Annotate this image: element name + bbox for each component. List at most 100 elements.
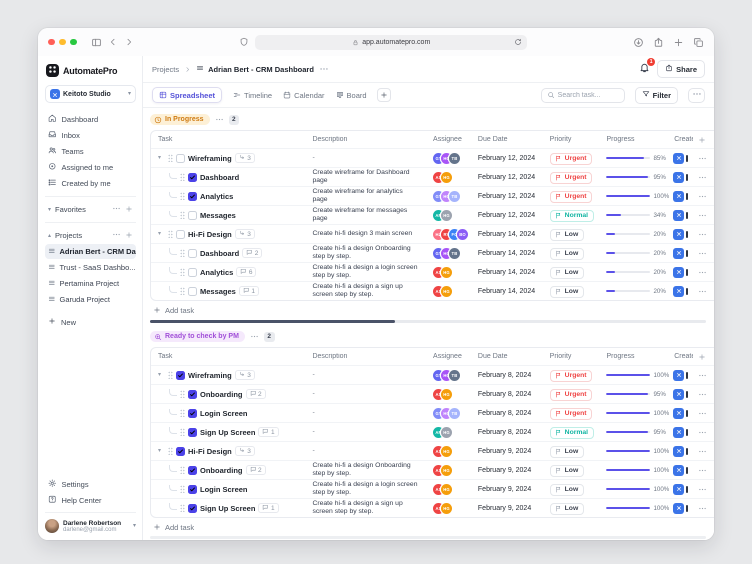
row-menu-icon[interactable] xyxy=(698,466,707,475)
task-name[interactable]: Analytics xyxy=(200,192,233,201)
horizontal-scrollbar-track[interactable] xyxy=(150,536,706,539)
priority-badge[interactable]: Urgent xyxy=(550,389,592,401)
task-checkbox[interactable] xyxy=(188,428,197,437)
notifications-button[interactable]: 1 xyxy=(636,61,652,77)
comment-count-badge[interactable]: 2 xyxy=(246,389,266,399)
priority-badge[interactable]: Low xyxy=(550,248,584,260)
subtask-count-badge[interactable]: 3 xyxy=(235,446,255,456)
task-checkbox[interactable] xyxy=(188,485,197,494)
browser-sidebar-toggle-icon[interactable] xyxy=(91,37,102,48)
drag-handle-icon[interactable] xyxy=(180,504,185,513)
drag-handle-icon[interactable] xyxy=(180,211,185,220)
comment-count-badge[interactable]: 1 xyxy=(258,503,278,513)
task-name[interactable]: Messages xyxy=(200,211,236,220)
row-menu-icon[interactable] xyxy=(698,287,707,296)
row-menu-icon[interactable] xyxy=(698,447,707,456)
priority-badge[interactable]: Normal xyxy=(550,210,594,222)
sidebar-item-help-center[interactable]: Help Center xyxy=(45,493,136,507)
task-checkbox[interactable] xyxy=(188,173,197,182)
row-menu-icon[interactable] xyxy=(698,154,707,163)
assignee-cell[interactable]: ASHG xyxy=(427,465,472,476)
drag-handle-icon[interactable] xyxy=(180,390,185,399)
drag-handle-icon[interactable] xyxy=(180,173,185,182)
priority-badge[interactable]: Low xyxy=(550,267,584,279)
assignee-cell[interactable]: GTHCTB xyxy=(427,370,472,381)
sidebar-project-item[interactable]: Trust - SaaS Dashbo... xyxy=(45,260,136,275)
add-project-icon[interactable] xyxy=(125,231,133,241)
column-header-due-date[interactable]: Due Date xyxy=(472,353,546,360)
priority-badge[interactable]: Low xyxy=(550,465,584,477)
add-view-button[interactable] xyxy=(377,88,391,102)
tab-board[interactable]: Board xyxy=(336,91,367,100)
address-bar[interactable]: app.automatepro.com xyxy=(255,35,527,50)
assignee-cell[interactable]: GTHCTB xyxy=(427,153,472,164)
task-checkbox[interactable] xyxy=(176,230,185,239)
assignee-cell[interactable]: ASHG xyxy=(427,446,472,457)
drag-handle-icon[interactable] xyxy=(180,428,185,437)
task-name[interactable]: Login Screen xyxy=(200,485,248,494)
column-header-task[interactable]: Task xyxy=(151,353,312,360)
priority-badge[interactable]: Urgent xyxy=(550,408,592,420)
collapse-caret-icon[interactable]: ▾ xyxy=(158,231,165,237)
priority-badge[interactable]: Low xyxy=(550,286,584,298)
group-status-badge[interactable]: In Progress xyxy=(150,114,210,125)
add-favorite-icon[interactable] xyxy=(125,205,133,215)
chevron-icon[interactable]: ▴ xyxy=(48,233,51,239)
assignee-cell[interactable]: ASHG xyxy=(427,503,472,514)
search-box[interactable] xyxy=(541,88,625,103)
task-checkbox[interactable] xyxy=(188,504,197,513)
task-name[interactable]: Hi-Fi Design xyxy=(188,230,232,239)
task-checkbox[interactable] xyxy=(188,390,197,399)
priority-badge[interactable]: Urgent xyxy=(550,191,592,203)
sidebar-item-assigned-to-me[interactable]: Assigned to me xyxy=(45,160,136,174)
assignee-cell[interactable]: ANHG xyxy=(427,427,472,438)
sidebar-project-item[interactable]: Garuda Project xyxy=(45,292,136,307)
sidebar-item-new[interactable]: New xyxy=(45,315,136,329)
task-name[interactable]: Onboarding xyxy=(200,390,243,399)
task-name[interactable]: Wireframing xyxy=(188,371,232,380)
drag-handle-icon[interactable] xyxy=(168,447,173,456)
column-header-due-date[interactable]: Due Date xyxy=(472,136,546,143)
minimize-window-button[interactable] xyxy=(59,39,66,46)
scrollbar-thumb[interactable] xyxy=(150,320,395,323)
column-header-assignee[interactable]: Assignee xyxy=(427,353,472,360)
collapse-caret-icon[interactable]: ▾ xyxy=(158,448,165,454)
task-checkbox[interactable] xyxy=(188,409,197,418)
column-header-progress[interactable]: Progress xyxy=(600,136,671,143)
horizontal-scrollbar[interactable] xyxy=(150,320,706,323)
task-checkbox[interactable] xyxy=(188,192,197,201)
priority-badge[interactable]: Low xyxy=(550,229,584,241)
comment-count-badge[interactable]: 1 xyxy=(239,286,259,296)
column-header-priority[interactable]: Priority xyxy=(546,353,601,360)
priority-badge[interactable]: Urgent xyxy=(550,172,592,184)
task-checkbox[interactable] xyxy=(188,287,197,296)
drag-handle-icon[interactable] xyxy=(168,154,173,163)
priority-badge[interactable]: Urgent xyxy=(550,370,592,382)
task-name[interactable]: Analytics xyxy=(200,268,233,277)
task-name[interactable]: Sign Up Screen xyxy=(200,504,255,513)
comment-count-badge[interactable]: 2 xyxy=(242,248,262,258)
tab-overview-icon[interactable] xyxy=(693,37,704,48)
row-menu-icon[interactable] xyxy=(698,249,707,258)
browser-back-icon[interactable] xyxy=(108,37,118,47)
column-header-progress[interactable]: Progress xyxy=(600,353,671,360)
drag-handle-icon[interactable] xyxy=(168,230,173,239)
group-menu-icon[interactable] xyxy=(250,332,259,341)
add-task-button[interactable]: Add task xyxy=(153,521,714,534)
sidebar-item-created-by-me[interactable]: Created by me xyxy=(45,176,136,190)
assignee-cell[interactable]: GTHCTB xyxy=(427,191,472,202)
task-name[interactable]: Wireframing xyxy=(188,154,232,163)
user-account[interactable]: Darlene Robertson darlene@gmail.com ▾ xyxy=(45,512,136,533)
assignee-cell[interactable]: GTHCTB xyxy=(427,408,472,419)
new-tab-icon[interactable] xyxy=(673,37,684,48)
privacy-shield-icon[interactable] xyxy=(239,37,249,47)
subtask-count-badge[interactable]: 3 xyxy=(235,229,255,239)
task-name[interactable]: Messages xyxy=(200,287,236,296)
column-header-description[interactable]: Description xyxy=(312,136,427,143)
column-header-priority[interactable]: Priority xyxy=(546,136,601,143)
column-header-created[interactable]: Created xyxy=(671,353,693,360)
priority-badge[interactable]: Normal xyxy=(550,427,594,439)
favorites-section-header[interactable]: ▾ Favorites xyxy=(45,203,136,216)
row-menu-icon[interactable] xyxy=(698,211,707,220)
drag-handle-icon[interactable] xyxy=(180,485,185,494)
